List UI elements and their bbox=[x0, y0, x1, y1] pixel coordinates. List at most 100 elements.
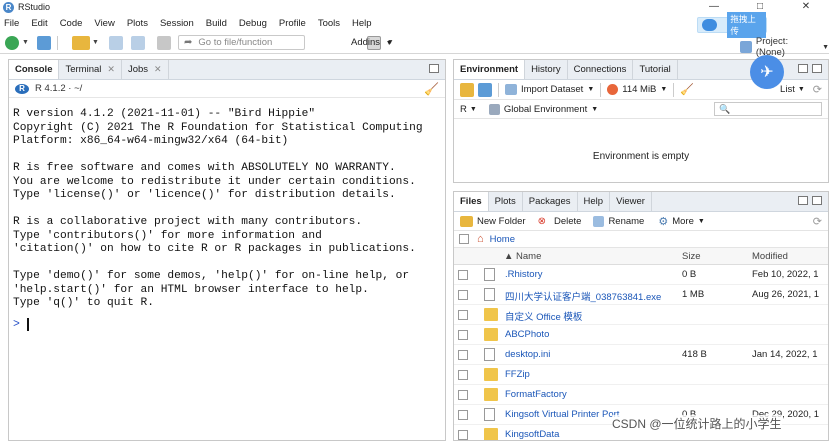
print-icon[interactable] bbox=[156, 35, 171, 50]
maximize-pane-icon[interactable] bbox=[812, 64, 822, 73]
file-row[interactable]: FormatFactory bbox=[454, 385, 828, 405]
clear-console-icon[interactable]: 🧹 bbox=[424, 82, 439, 96]
file-row[interactable]: 四川大学认证客户端_038763841.exe 1 MB Aug 26, 2021,… bbox=[454, 285, 828, 305]
scope-dropdown-icon[interactable]: ▼ bbox=[591, 106, 598, 113]
file-checkbox[interactable] bbox=[458, 290, 468, 300]
import-dataset-icon bbox=[505, 84, 517, 95]
file-row[interactable]: FFZip bbox=[454, 365, 828, 385]
menu-edit[interactable]: Edit bbox=[31, 18, 47, 29]
save-icon[interactable] bbox=[108, 35, 123, 50]
environment-search-input[interactable]: 🔍 bbox=[714, 102, 822, 116]
console-prompt-line[interactable]: > bbox=[9, 317, 445, 331]
delete-button[interactable]: Delete bbox=[554, 216, 581, 227]
menu-help[interactable]: Help bbox=[352, 18, 372, 29]
file-name-link[interactable]: FFZip bbox=[505, 369, 530, 380]
open-file-icon[interactable] bbox=[71, 35, 90, 50]
tab-environment[interactable]: Environment bbox=[454, 60, 526, 79]
tab-history[interactable]: History bbox=[525, 60, 568, 79]
project-menu[interactable]: Project: (None) ▼ bbox=[740, 36, 829, 58]
menu-view[interactable]: View bbox=[94, 18, 114, 29]
memory-usage-icon bbox=[607, 84, 619, 95]
more-button[interactable]: More bbox=[672, 216, 694, 227]
file-row[interactable]: .Rhistory 0 B Feb 10, 2022, 1 bbox=[454, 265, 828, 285]
new-folder-button[interactable]: New Folder bbox=[477, 216, 526, 227]
new-file-dropdown-icon[interactable]: ▼ bbox=[22, 39, 29, 46]
goto-file-input[interactable]: ➦ Go to file/function bbox=[178, 35, 305, 50]
column-modified-header[interactable]: Modified bbox=[752, 251, 788, 262]
file-name-link[interactable]: desktop.ini bbox=[505, 349, 550, 360]
more-dropdown-icon[interactable]: ▼ bbox=[698, 218, 705, 225]
language-dropdown-icon[interactable]: ▼ bbox=[470, 106, 477, 113]
refresh-icon[interactable]: ⟳ bbox=[813, 215, 822, 228]
file-checkbox[interactable] bbox=[458, 410, 468, 420]
tab-connections[interactable]: Connections bbox=[568, 60, 634, 79]
memory-dropdown-icon[interactable]: ▼ bbox=[660, 86, 667, 93]
tab-console[interactable]: Console bbox=[9, 60, 60, 79]
file-checkbox[interactable] bbox=[458, 330, 468, 340]
file-name-link[interactable]: Kingsoft Virtual Printer Port bbox=[505, 409, 619, 420]
file-checkbox[interactable] bbox=[458, 270, 468, 280]
rename-button[interactable]: Rename bbox=[608, 216, 644, 227]
select-all-checkbox[interactable] bbox=[459, 234, 469, 244]
maximize-pane-icon[interactable] bbox=[812, 196, 822, 205]
column-name-header[interactable]: ▲ Name bbox=[504, 251, 541, 262]
breadcrumb-home[interactable]: Home bbox=[490, 234, 515, 245]
file-row[interactable]: ABCPhoto bbox=[454, 325, 828, 345]
menu-debug[interactable]: Debug bbox=[239, 18, 267, 29]
file-checkbox[interactable] bbox=[458, 390, 468, 400]
file-checkbox[interactable] bbox=[458, 430, 468, 440]
menu-profile[interactable]: Profile bbox=[279, 18, 306, 29]
close-button[interactable]: ✕ bbox=[783, 0, 829, 14]
maximize-pane-icon[interactable] bbox=[429, 64, 439, 73]
menu-session[interactable]: Session bbox=[160, 18, 194, 29]
tab-history-label: History bbox=[531, 64, 561, 75]
tab-help[interactable]: Help bbox=[578, 192, 611, 211]
upload-overlay-button[interactable]: 拖拽上传 bbox=[697, 12, 767, 38]
file-name-link[interactable]: .Rhistory bbox=[505, 269, 542, 280]
file-row[interactable]: 自定义 Office 模板 bbox=[454, 305, 828, 325]
environment-scope-selector[interactable]: Global Environment bbox=[504, 104, 587, 115]
file-name-link[interactable]: 四川大学认证客户端_038763841.exe bbox=[505, 289, 661, 303]
save-workspace-icon[interactable] bbox=[478, 82, 492, 97]
file-checkbox[interactable] bbox=[458, 370, 468, 380]
menu-code[interactable]: Code bbox=[60, 18, 83, 29]
tab-viewer[interactable]: Viewer bbox=[610, 192, 652, 211]
language-selector[interactable]: R bbox=[460, 104, 467, 115]
tab-jobs[interactable]: Jobs ✕ bbox=[122, 60, 169, 79]
file-checkbox[interactable] bbox=[458, 310, 468, 320]
menu-tools[interactable]: Tools bbox=[318, 18, 340, 29]
import-dataset-button[interactable]: Import Dataset bbox=[521, 84, 583, 95]
close-tab-icon[interactable]: ✕ bbox=[154, 64, 162, 75]
file-name-link[interactable]: ABCPhoto bbox=[505, 329, 549, 340]
tab-plots[interactable]: Plots bbox=[489, 192, 523, 211]
file-name-link[interactable]: KingsoftData bbox=[505, 429, 559, 440]
file-name-link[interactable]: FormatFactory bbox=[505, 389, 567, 400]
list-view-button[interactable]: List bbox=[780, 84, 795, 95]
file-name-link[interactable]: 自定义 Office 模板 bbox=[505, 309, 582, 323]
load-workspace-icon[interactable] bbox=[460, 82, 474, 97]
addins-button[interactable]: Addins ▼ bbox=[351, 37, 393, 48]
tab-terminal[interactable]: Terminal ✕ bbox=[59, 60, 122, 79]
tab-tutorial[interactable]: Tutorial bbox=[633, 60, 678, 79]
floating-assistant-icon[interactable]: ✈ bbox=[750, 55, 784, 89]
new-project-icon[interactable] bbox=[36, 35, 51, 50]
tab-files[interactable]: Files bbox=[454, 192, 489, 211]
save-all-icon[interactable] bbox=[130, 35, 145, 50]
close-tab-icon[interactable]: ✕ bbox=[107, 64, 115, 75]
import-dropdown-icon[interactable]: ▼ bbox=[587, 86, 594, 93]
list-dropdown-icon[interactable]: ▼ bbox=[798, 86, 805, 93]
open-file-dropdown-icon[interactable]: ▼ bbox=[92, 39, 99, 46]
minimize-pane-icon[interactable] bbox=[798, 196, 808, 205]
menu-plots[interactable]: Plots bbox=[127, 18, 148, 29]
refresh-icon[interactable]: ⟳ bbox=[813, 83, 822, 96]
broom-icon[interactable]: 🧹 bbox=[680, 83, 694, 96]
menu-file[interactable]: File bbox=[4, 18, 19, 29]
file-checkbox[interactable] bbox=[458, 350, 468, 360]
tab-packages[interactable]: Packages bbox=[523, 192, 578, 211]
new-file-icon[interactable] bbox=[5, 35, 19, 50]
column-size-header[interactable]: Size bbox=[682, 251, 700, 262]
menu-build[interactable]: Build bbox=[206, 18, 227, 29]
minimize-pane-icon[interactable] bbox=[798, 64, 808, 73]
file-row[interactable]: desktop.ini 418 B Jan 14, 2022, 1 bbox=[454, 345, 828, 365]
memory-usage-label[interactable]: 114 MiB bbox=[622, 84, 656, 95]
